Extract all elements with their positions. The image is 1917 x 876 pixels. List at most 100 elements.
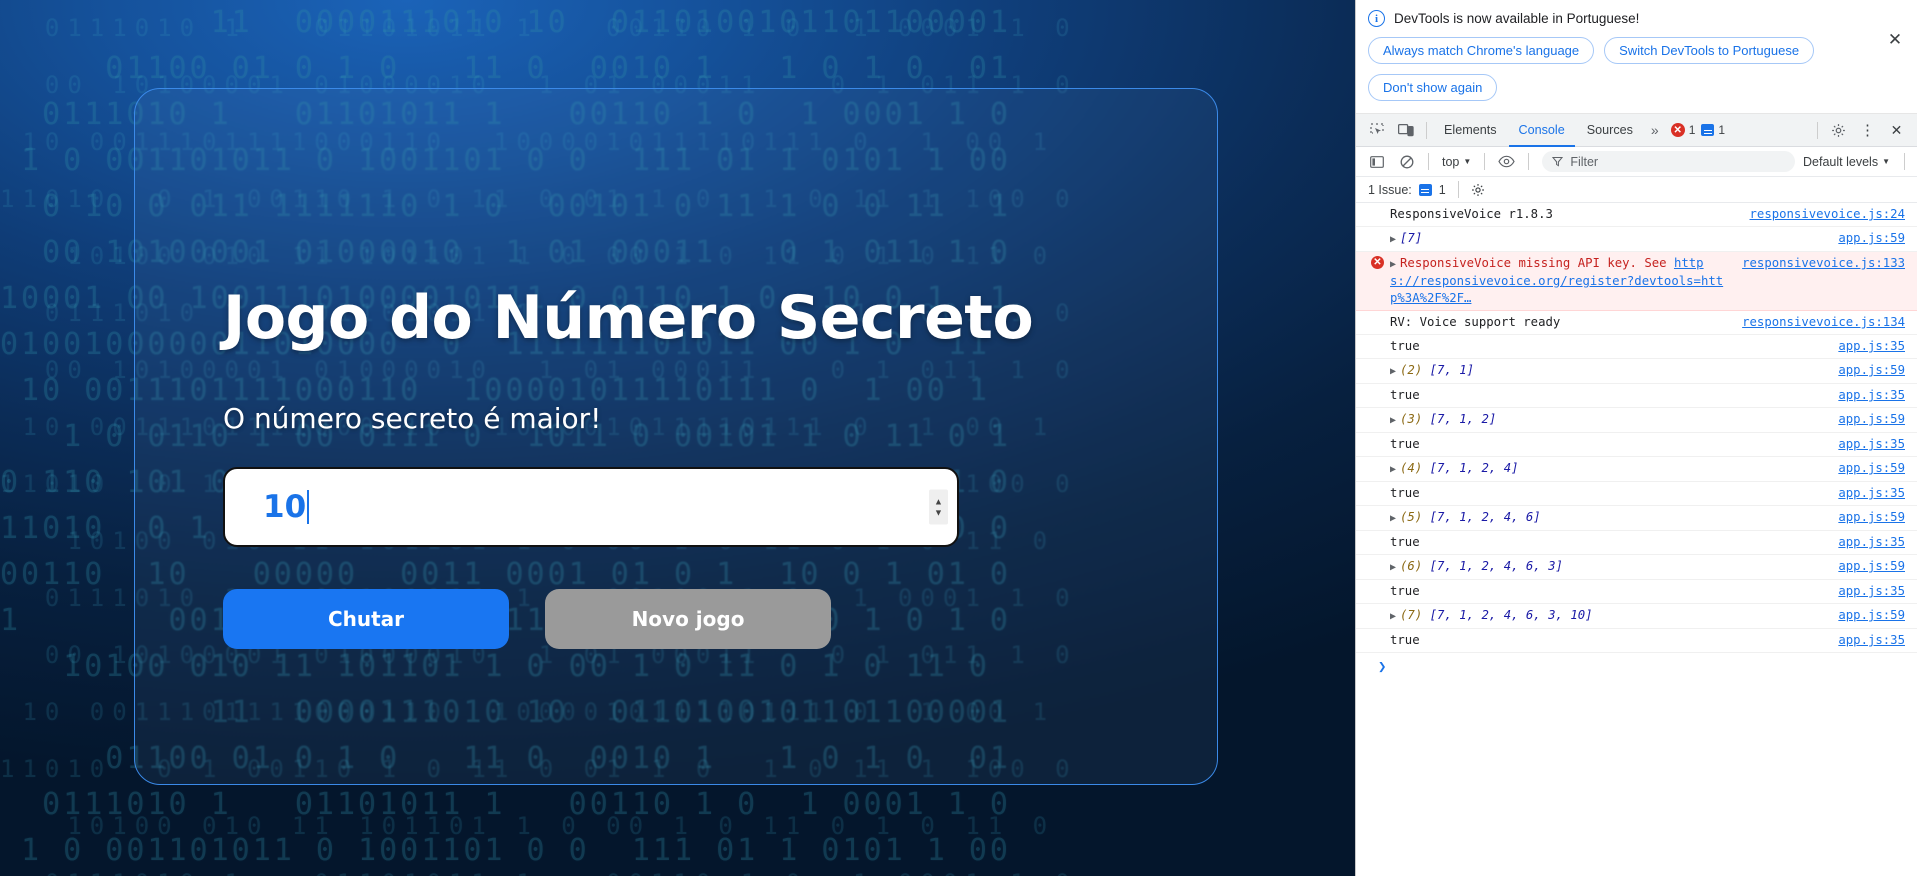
console-log-row[interactable]: true app.js:35 bbox=[1356, 629, 1917, 653]
device-toolbar-icon[interactable] bbox=[1392, 117, 1419, 143]
message-count-badge[interactable]: 1 bbox=[1701, 123, 1725, 137]
log-source-link[interactable]: app.js:35 bbox=[1838, 632, 1905, 649]
spinner-down-icon[interactable]: ▼ bbox=[929, 507, 948, 525]
log-gutter bbox=[1356, 230, 1390, 231]
console-log-list[interactable]: ResponsiveVoice r1.8.3 responsivevoice.js… bbox=[1356, 203, 1917, 876]
console-prompt[interactable]: ❯ bbox=[1356, 653, 1917, 681]
more-tabs-icon[interactable]: » bbox=[1645, 122, 1665, 138]
console-log-row[interactable]: true app.js:35 bbox=[1356, 384, 1917, 408]
kebab-menu-icon[interactable]: ⋮ bbox=[1854, 117, 1881, 143]
disclosure-triangle-icon[interactable]: ▶ bbox=[1390, 231, 1396, 248]
console-log-row[interactable]: ▶ (4) [7, 1, 2, 4] app.js:59 bbox=[1356, 457, 1917, 482]
disclosure-triangle-icon[interactable]: ▶ bbox=[1390, 363, 1396, 380]
switch-to-portuguese-button[interactable]: Switch DevTools to Portuguese bbox=[1604, 37, 1815, 64]
disclosure-triangle-icon[interactable]: ▶ bbox=[1390, 461, 1396, 478]
log-source-link[interactable]: app.js:59 bbox=[1838, 607, 1905, 624]
error-icon: ✕ bbox=[1670, 123, 1685, 137]
array-value: [7] bbox=[1400, 231, 1423, 245]
array-length-label: (3) bbox=[1400, 412, 1430, 426]
close-devtools-icon[interactable]: ✕ bbox=[1883, 117, 1910, 143]
log-gutter bbox=[1356, 387, 1390, 388]
log-source-link[interactable]: responsivevoice.js:24 bbox=[1750, 206, 1905, 223]
execution-context-selector[interactable]: top ▼ bbox=[1437, 155, 1476, 169]
disclosure-triangle-icon[interactable]: ▶ bbox=[1390, 256, 1396, 273]
log-gutter bbox=[1356, 632, 1390, 633]
disclosure-triangle-icon[interactable]: ▶ bbox=[1390, 559, 1396, 576]
spinner-up-icon[interactable]: ▲ bbox=[929, 490, 948, 508]
log-source-link[interactable]: responsivevoice.js:134 bbox=[1742, 314, 1905, 331]
guess-button[interactable]: Chutar bbox=[223, 589, 509, 649]
devtools-language-notice: i DevTools is now available in Portugues… bbox=[1356, 0, 1917, 114]
error-count-badge[interactable]: ✕ 1 bbox=[1670, 123, 1695, 137]
disclosure-triangle-icon[interactable]: ▶ bbox=[1390, 412, 1396, 429]
log-source-link[interactable]: responsivevoice.js:133 bbox=[1742, 255, 1905, 272]
log-text: ResponsiveVoice r1.8.3 bbox=[1390, 207, 1553, 221]
page-title: Jogo do Número Secreto bbox=[223, 283, 1034, 353]
disclosure-triangle-icon[interactable]: ▶ bbox=[1390, 510, 1396, 527]
console-log-row[interactable]: ▶ (6) [7, 1, 2, 4, 6, 3] app.js:59 bbox=[1356, 555, 1917, 580]
console-log-row[interactable]: ▶ (5) [7, 1, 2, 4, 6] app.js:59 bbox=[1356, 506, 1917, 531]
log-source-link[interactable]: app.js:35 bbox=[1838, 485, 1905, 502]
log-source-link[interactable]: app.js:59 bbox=[1838, 411, 1905, 428]
clear-console-icon[interactable] bbox=[1393, 149, 1420, 175]
log-text: true bbox=[1390, 535, 1420, 549]
console-sidebar-icon[interactable] bbox=[1363, 149, 1390, 175]
live-expression-eye-icon[interactable] bbox=[1493, 149, 1520, 175]
new-game-button[interactable]: Novo jogo bbox=[545, 589, 831, 649]
log-message: ▶ (4) [7, 1, 2, 4] bbox=[1390, 460, 1824, 478]
console-log-row[interactable]: true app.js:35 bbox=[1356, 433, 1917, 457]
divider-5 bbox=[1528, 153, 1530, 170]
console-log-row[interactable]: ✕ ▶ ResponsiveVoice missing API key. See h… bbox=[1356, 252, 1917, 311]
log-gutter: ✕ bbox=[1356, 255, 1390, 269]
log-gutter bbox=[1356, 206, 1390, 207]
inspect-element-icon[interactable] bbox=[1363, 117, 1390, 143]
close-icon[interactable]: ✕ bbox=[1884, 28, 1906, 50]
issues-count: 1 bbox=[1438, 182, 1446, 197]
log-source-link[interactable]: app.js:35 bbox=[1838, 583, 1905, 600]
log-source-link[interactable]: app.js:59 bbox=[1838, 558, 1905, 575]
divider bbox=[1426, 121, 1427, 139]
console-log-row[interactable]: RV: Voice support ready responsivevoice.j… bbox=[1356, 311, 1917, 335]
array-value: [7, 1, 2, 4, 6, 3] bbox=[1429, 559, 1563, 573]
console-log-row[interactable]: true app.js:35 bbox=[1356, 531, 1917, 555]
number-spinner[interactable]: ▲ ▼ bbox=[929, 489, 948, 525]
prompt-chevron-icon: ❯ bbox=[1378, 659, 1387, 675]
console-filter-input[interactable]: Filter bbox=[1542, 151, 1796, 172]
tab-console[interactable]: Console bbox=[1509, 114, 1575, 147]
console-log-row[interactable]: true app.js:35 bbox=[1356, 482, 1917, 506]
log-source-link[interactable]: app.js:35 bbox=[1838, 534, 1905, 551]
console-log-row[interactable]: ResponsiveVoice r1.8.3 responsivevoice.js… bbox=[1356, 203, 1917, 227]
log-text: true bbox=[1390, 486, 1420, 500]
console-log-row[interactable]: true app.js:35 bbox=[1356, 580, 1917, 604]
disclosure-triangle-icon[interactable]: ▶ bbox=[1390, 608, 1396, 625]
log-gutter bbox=[1356, 485, 1390, 486]
context-label: top bbox=[1442, 154, 1460, 169]
console-log-row[interactable]: ▶ (7) [7, 1, 2, 4, 6, 3, 10] app.js:59 bbox=[1356, 604, 1917, 629]
log-message: ResponsiveVoice r1.8.3 bbox=[1390, 206, 1736, 223]
divider-6 bbox=[1904, 153, 1905, 170]
issues-settings-icon[interactable] bbox=[1471, 183, 1485, 197]
log-source-link[interactable]: app.js:35 bbox=[1838, 436, 1905, 453]
dont-show-again-button[interactable]: Don't show again bbox=[1368, 74, 1498, 101]
guess-number-input[interactable]: 10 ▲ ▼ bbox=[223, 467, 959, 547]
array-length-label: (7) bbox=[1400, 608, 1430, 622]
always-match-language-button[interactable]: Always match Chrome's language bbox=[1368, 37, 1595, 64]
log-source-link[interactable]: app.js:59 bbox=[1838, 460, 1905, 477]
tab-elements[interactable]: Elements bbox=[1434, 114, 1507, 147]
console-log-row[interactable]: ▶ (2) [7, 1] app.js:59 bbox=[1356, 359, 1917, 384]
log-source-link[interactable]: app.js:59 bbox=[1838, 362, 1905, 379]
gear-icon[interactable] bbox=[1825, 117, 1852, 143]
log-source-link[interactable]: app.js:59 bbox=[1838, 509, 1905, 526]
array-value: [7, 1, 2, 4, 6] bbox=[1429, 510, 1541, 524]
tab-sources[interactable]: Sources bbox=[1577, 114, 1643, 147]
log-source-link[interactable]: app.js:35 bbox=[1838, 387, 1905, 404]
console-log-row[interactable]: ▶ [7] app.js:59 bbox=[1356, 227, 1917, 252]
log-levels-selector[interactable]: Default levels ▼ bbox=[1803, 155, 1896, 169]
console-log-row[interactable]: ▶ (3) [7, 1, 2] app.js:59 bbox=[1356, 408, 1917, 433]
text-caret bbox=[307, 490, 310, 524]
log-text: true bbox=[1390, 388, 1420, 402]
console-log-row[interactable]: true app.js:35 bbox=[1356, 335, 1917, 359]
log-source-link[interactable]: app.js:59 bbox=[1838, 230, 1905, 247]
log-source-link[interactable]: app.js:35 bbox=[1838, 338, 1905, 355]
filter-icon bbox=[1552, 156, 1564, 167]
